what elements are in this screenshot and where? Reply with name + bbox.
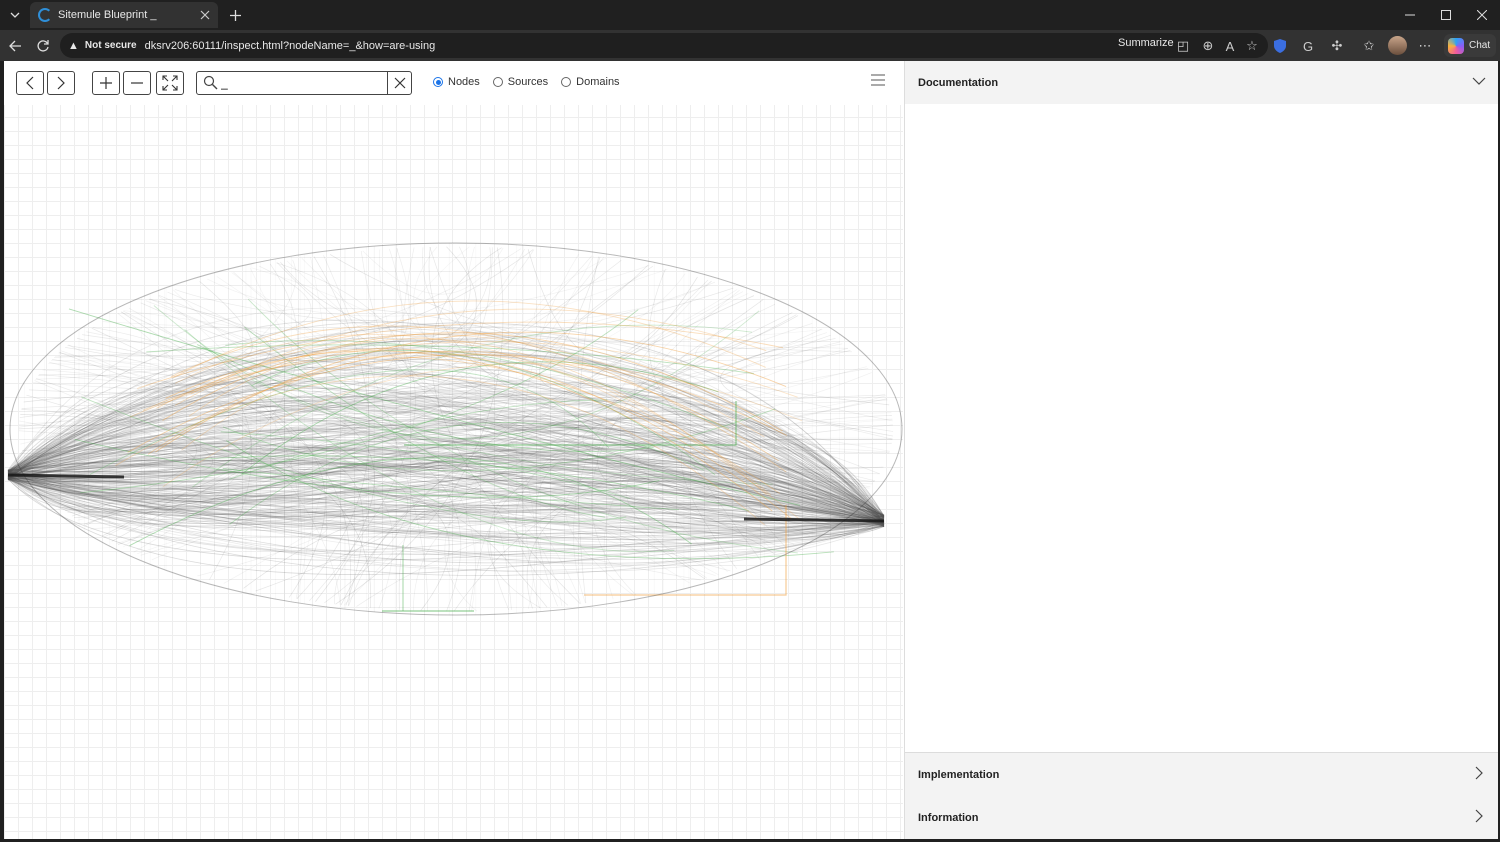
node-search — [196, 71, 412, 95]
shield-extension-icon[interactable] — [1270, 36, 1290, 56]
address-bar[interactable]: ▲ Not secure dksrv206:60111/inspect.html… — [60, 33, 1268, 58]
radio-sources-label[interactable]: Sources — [508, 76, 548, 88]
close-window-button[interactable] — [1464, 0, 1500, 30]
warning-icon[interactable]: ▲ — [68, 40, 79, 52]
chevron-right-icon[interactable] — [1472, 766, 1486, 780]
read-aloud-icon[interactable]: A — [1220, 36, 1240, 56]
plus-icon — [229, 9, 241, 21]
close-icon — [200, 10, 210, 20]
chevron-right-icon — [57, 76, 65, 90]
zoom-icon[interactable]: ⊕ — [1198, 36, 1218, 56]
chevron-down-icon — [10, 12, 20, 18]
refresh-button[interactable] — [32, 35, 54, 57]
browser-tab[interactable]: Sitemule Blueprint _ — [30, 2, 218, 28]
hamburger-menu-button[interactable] — [870, 73, 890, 91]
favorite-star-icon[interactable]: ☆ — [1242, 36, 1262, 56]
view-mode-radio-group: Nodes Sources Domains — [433, 76, 633, 88]
page-viewport: Nodes Sources Domains Documentation — [4, 61, 1498, 839]
radio-domains-label[interactable]: Domains — [576, 76, 619, 88]
extensions-puzzle-icon[interactable]: ✣ — [1327, 36, 1347, 56]
chevron-down-icon[interactable] — [1472, 74, 1486, 88]
radio-nodes[interactable]: Nodes — [433, 76, 480, 88]
information-panel-header[interactable]: Information — [905, 796, 1498, 839]
right-hub[interactable] — [743, 517, 885, 523]
zoom-in-button[interactable] — [92, 71, 120, 95]
radio-sources[interactable]: Sources — [492, 76, 548, 88]
hamburger-menu-icon — [871, 74, 885, 86]
url-text[interactable]: dksrv206:60111/inspect.html?nodeName=_&h… — [145, 40, 436, 52]
expand-icon — [162, 75, 178, 91]
search-clear-button[interactable] — [387, 72, 411, 94]
refresh-icon — [37, 40, 49, 52]
more-menu-icon[interactable]: ⋯ — [1415, 36, 1435, 56]
radio-nodes-label[interactable]: Nodes — [448, 76, 480, 88]
radio-domains-dot[interactable] — [561, 77, 572, 87]
close-icon — [394, 77, 405, 89]
minimize-button[interactable] — [1392, 0, 1428, 30]
left-hub[interactable] — [7, 473, 125, 479]
security-label[interactable]: Not secure — [85, 40, 137, 51]
information-title: Information — [918, 811, 979, 824]
minus-icon — [131, 82, 143, 84]
radio-sources-dot[interactable] — [492, 77, 503, 87]
maximize-button[interactable] — [1428, 0, 1464, 30]
summarize-button[interactable]: Summarize — [1118, 37, 1174, 49]
tab-title: Sitemule Blueprint _ — [58, 9, 157, 21]
search-icon — [203, 75, 218, 90]
maximize-icon — [1441, 10, 1451, 20]
documentation-panel-header[interactable]: Documentation — [905, 61, 1498, 104]
documentation-title: Documentation — [918, 76, 999, 89]
minimize-icon — [1405, 14, 1415, 16]
plus-icon — [100, 77, 112, 89]
graph-pane: Nodes Sources Domains — [4, 61, 903, 839]
zoom-out-button[interactable] — [123, 71, 151, 95]
history-forward-button[interactable] — [47, 71, 75, 95]
copilot-icon — [1448, 37, 1464, 54]
favorites-icon[interactable]: ✩ — [1359, 36, 1379, 56]
documentation-body — [905, 104, 1498, 752]
radio-domains[interactable]: Domains — [561, 76, 620, 88]
radio-nodes-dot[interactable] — [433, 77, 443, 87]
graph-edges — [7, 243, 902, 615]
back-button[interactable] — [4, 35, 26, 57]
chevron-right-icon[interactable] — [1472, 809, 1486, 823]
graph-toolbar: Nodes Sources Domains — [4, 61, 903, 105]
details-pane: Documentation Implementation Information — [904, 61, 1498, 839]
close-icon — [1477, 10, 1487, 20]
tab-close-button[interactable] — [196, 6, 214, 24]
grammarly-extension-icon[interactable]: G — [1298, 36, 1318, 56]
profile-avatar[interactable] — [1388, 36, 1407, 55]
site-favicon-icon — [38, 8, 52, 22]
copilot-chat-button[interactable]: Chat — [1444, 34, 1496, 57]
fit-to-screen-button[interactable] — [156, 71, 184, 95]
tab-list-button[interactable] — [4, 4, 26, 26]
address-toolbar: ▲ Not secure dksrv206:60111/inspect.html… — [0, 30, 1500, 61]
history-back-button[interactable] — [16, 71, 44, 95]
implementation-panel-header[interactable]: Implementation — [905, 753, 1498, 796]
search-input[interactable] — [221, 74, 381, 92]
browser-titlebar: Sitemule Blueprint _ — [0, 0, 1500, 30]
summarize-icon[interactable]: ◰ — [1173, 36, 1193, 56]
chat-label: Chat — [1469, 40, 1491, 51]
graph-edge — [39, 291, 287, 385]
implementation-title: Implementation — [918, 768, 1000, 781]
arrow-left-icon — [9, 40, 21, 52]
graph-edge — [362, 247, 504, 295]
new-tab-button[interactable] — [224, 4, 246, 26]
dependency-graph[interactable] — [4, 105, 903, 839]
chevron-left-icon — [26, 76, 34, 90]
